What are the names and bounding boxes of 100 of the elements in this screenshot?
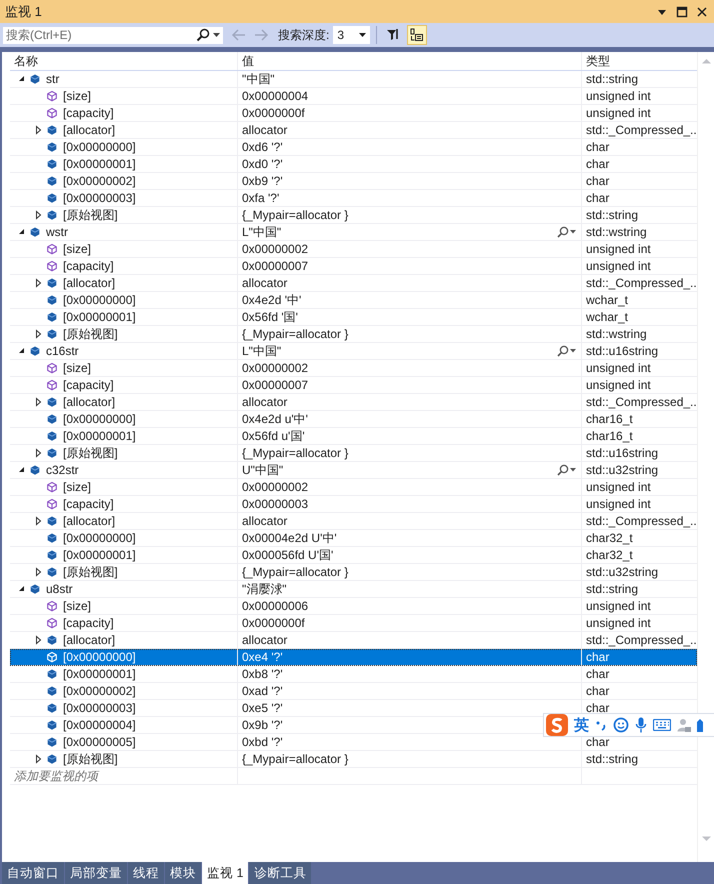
watch-row[interactable]: [原始视图] {_Mypair=allocator } std::wstring — [10, 326, 697, 343]
watch-row[interactable]: [size] 0x00000002 unsigned int — [10, 241, 697, 258]
variable-name: [0x00000003] — [63, 191, 136, 205]
panel-tab[interactable]: 模块 — [165, 862, 201, 884]
collapsed-arrow-icon[interactable] — [34, 754, 42, 764]
variable-name: [allocator] — [63, 514, 116, 528]
watch-row[interactable]: [allocator] allocator std::_Compressed_... — [10, 513, 697, 530]
search-input[interactable]: 搜索(Ctrl+E) — [3, 28, 193, 42]
watch-row[interactable]: [capacity] 0x0000000f unsigned int — [10, 615, 697, 632]
variable-type: unsigned int — [586, 497, 651, 511]
panel-tab[interactable]: 局部变量 — [65, 862, 127, 884]
variable-type: std::_Compressed_... — [586, 395, 697, 409]
property-icon — [46, 260, 58, 272]
watch-row[interactable]: [0x00000001] 0xb8 '?' char — [10, 666, 697, 683]
watch-row[interactable]: [allocator] allocator std::_Compressed_... — [10, 275, 697, 292]
collapsed-arrow-icon[interactable] — [34, 397, 42, 407]
expanded-arrow-icon[interactable] — [16, 584, 26, 594]
collapsed-arrow-icon[interactable] — [34, 635, 42, 645]
variable-value: {_Mypair=allocator } — [242, 327, 348, 341]
watch-row[interactable]: [原始视图] {_Mypair=allocator } std::u32string — [10, 564, 697, 581]
search-field[interactable]: 搜索(Ctrl+E) — [2, 26, 224, 44]
watch-row[interactable]: [size] 0x00000002 unsigned int — [10, 360, 697, 377]
variable-name: c16str — [46, 344, 79, 358]
object-icon — [29, 345, 41, 357]
panel-tab[interactable]: 监视 1 — [202, 862, 248, 884]
watch-row[interactable]: [0x00000000] 0x4e2d u'中' char16_t — [10, 411, 697, 428]
watch-row[interactable]: [原始视图] {_Mypair=allocator } std::string — [10, 751, 697, 768]
smiley-icon[interactable] — [613, 717, 629, 733]
column-header[interactable]: 类型 — [586, 52, 610, 70]
watch-row[interactable]: [size] 0x00000006 unsigned int — [10, 598, 697, 615]
close-icon[interactable] — [696, 6, 708, 18]
watch-row[interactable]: [size] 0x00000002 unsigned int — [10, 479, 697, 496]
watch-row[interactable]: c32str U"中国" std::u32string — [10, 462, 697, 479]
collapsed-arrow-icon[interactable] — [34, 567, 42, 577]
variable-name: [原始视图] — [63, 445, 118, 461]
caret-icon[interactable] — [359, 33, 366, 37]
watch-row[interactable]: [0x00000001] 0x56fd '国' wchar_t — [10, 309, 697, 326]
collapsed-arrow-icon[interactable] — [34, 278, 42, 288]
watch-row[interactable]: u8str "涓嬮浗" std::string — [10, 581, 697, 598]
variable-name: [原始视图] — [63, 564, 118, 580]
watch-row[interactable]: str "中国" std::string — [10, 71, 697, 88]
watch-row[interactable]: [0x00000001] 0xd0 '?' char — [10, 156, 697, 173]
magnifier-icon[interactable] — [557, 345, 577, 357]
magnifier-icon[interactable] — [557, 464, 577, 476]
object-icon — [46, 413, 58, 425]
watch-row[interactable]: [0x00000000] 0xe4 '?' char — [10, 649, 697, 666]
scrollbar[interactable] — [697, 52, 714, 862]
search-icon[interactable] — [196, 28, 210, 42]
column-header[interactable]: 名称 — [14, 52, 38, 70]
watch-row[interactable]: [0x00000000] 0xd6 '?' char — [10, 139, 697, 156]
maximize-icon[interactable] — [676, 6, 688, 18]
watch-row[interactable]: [0x00000003] 0xfa '?' char — [10, 190, 697, 207]
variable-name: [原始视图] — [63, 207, 118, 223]
watch-row[interactable]: [capacity] 0x00000007 unsigned int — [10, 258, 697, 275]
variable-type: unsigned int — [586, 361, 651, 375]
watch-row[interactable]: [allocator] allocator std::_Compressed_... — [10, 122, 697, 139]
expanded-arrow-icon[interactable] — [16, 465, 26, 475]
watch-row[interactable]: [allocator] allocator std::_Compressed_... — [10, 394, 697, 411]
variable-type: char — [586, 191, 610, 205]
panel-tab[interactable]: 自动窗口 — [2, 862, 64, 884]
search-depth-dropdown[interactable]: 3 — [333, 26, 370, 44]
variable-name: [原始视图] — [63, 751, 118, 767]
watch-row[interactable]: [原始视图] {_Mypair=allocator } std::u16string — [10, 445, 697, 462]
expanded-arrow-icon[interactable] — [16, 346, 26, 356]
microphone-icon[interactable] — [635, 717, 647, 733]
collapsed-arrow-icon[interactable] — [34, 448, 42, 458]
watch-row[interactable]: [0x00000000] 0x00004e2d U'中' char32_t — [10, 530, 697, 547]
caret-icon[interactable] — [213, 33, 220, 37]
variable-name: [capacity] — [63, 106, 114, 120]
watch-row[interactable]: [原始视图] {_Mypair=allocator } std::string — [10, 207, 697, 224]
collapsed-arrow-icon[interactable] — [34, 210, 42, 220]
collapsed-arrow-icon[interactable] — [34, 125, 42, 135]
collapsed-arrow-icon[interactable] — [34, 329, 42, 339]
collapsed-arrow-icon[interactable] — [34, 516, 42, 526]
add-watch-placeholder[interactable]: 添加要监视的项 — [12, 768, 98, 784]
keyboard-icon[interactable] — [653, 719, 671, 731]
watch-row[interactable]: [0x00000000] 0x4e2d '中' wchar_t — [10, 292, 697, 309]
watch-row[interactable]: [capacity] 0x00000007 unsigned int — [10, 377, 697, 394]
watch-row[interactable]: wstr L"中国" std::wstring — [10, 224, 697, 241]
person-icon[interactable] — [677, 718, 691, 732]
panel-tab[interactable]: 诊断工具 — [249, 862, 312, 884]
watch-row[interactable]: [0x00000001] 0x000056fd U'国' char32_t — [10, 547, 697, 564]
watch-row[interactable]: [size] 0x00000004 unsigned int — [10, 88, 697, 105]
variable-value: 0x00000004 — [242, 89, 308, 103]
variable-name: [capacity] — [63, 259, 114, 273]
variable-name: [allocator] — [63, 395, 116, 409]
panel-tab[interactable]: 线程 — [128, 862, 164, 884]
expanded-arrow-icon[interactable] — [16, 74, 26, 84]
input-mode-toggle[interactable]: 英 — [574, 716, 589, 734]
watch-row[interactable]: [0x00000001] 0x56fd u'国' char16_t — [10, 428, 697, 445]
watch-row[interactable]: [0x00000002] 0xb9 '?' char — [10, 173, 697, 190]
watch-row[interactable]: [capacity] 0x00000003 unsigned int — [10, 496, 697, 513]
expanded-arrow-icon[interactable] — [16, 227, 26, 237]
variable-type: char — [586, 140, 610, 154]
watch-row[interactable]: c16str L"中国" std::u16string — [10, 343, 697, 360]
watch-row[interactable]: [0x00000002] 0xad '?' char — [10, 683, 697, 700]
magnifier-icon[interactable] — [557, 226, 577, 238]
watch-row[interactable]: [capacity] 0x0000000f unsigned int — [10, 105, 697, 122]
column-header[interactable]: 值 — [242, 52, 254, 70]
logo-icon[interactable] — [546, 714, 568, 736]
